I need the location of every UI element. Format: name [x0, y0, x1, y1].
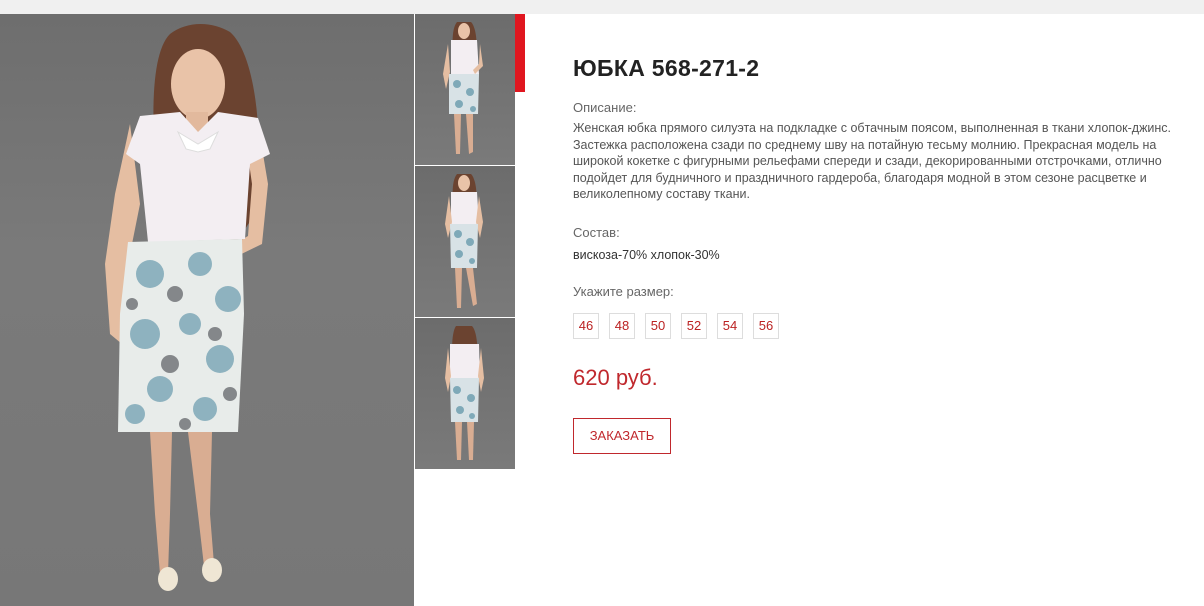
thumbnail-front[interactable]: [415, 14, 515, 165]
size-label: Укажите размер:: [573, 283, 674, 299]
product-description: Женская юбка прямого силуэта на подкладк…: [573, 121, 1172, 201]
thumbnail-front-2[interactable]: [415, 166, 515, 317]
description-label: Описание:: [573, 100, 637, 115]
size-option-48[interactable]: 48: [609, 312, 635, 339]
product-info: ЮБКА 568-271-2 Описание: Женская юбка пр…: [573, 54, 1198, 454]
top-strip: [0, 0, 1204, 14]
size-selector: 46 48 50 52 54 56: [573, 312, 1198, 339]
size-option-56[interactable]: 56: [753, 312, 779, 339]
size-option-50[interactable]: 50: [645, 312, 671, 339]
main-product-photo: [0, 14, 414, 606]
order-button[interactable]: ЗАКАЗАТЬ: [573, 417, 671, 454]
size-option-52[interactable]: 52: [681, 312, 707, 339]
thumbnail-back[interactable]: [415, 318, 515, 469]
size-option-46[interactable]: 46: [573, 312, 599, 339]
product-price: 620 руб.: [573, 364, 658, 390]
composition-label: Состав:: [573, 224, 620, 240]
product-composition: вискоза-70% хлопок-30%: [573, 247, 720, 262]
size-option-54[interactable]: 54: [717, 312, 743, 339]
active-thumbnail-indicator: [515, 14, 525, 92]
thumbnail-list: [415, 14, 515, 470]
product-title: ЮБКА 568-271-2: [573, 55, 760, 81]
